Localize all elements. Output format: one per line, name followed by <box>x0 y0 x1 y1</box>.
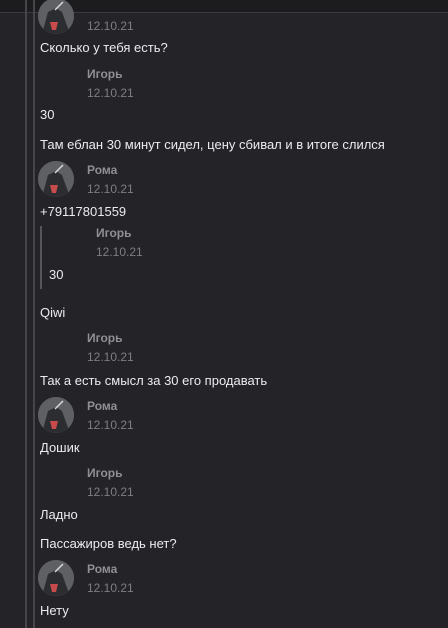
message-text: Ладно <box>40 507 78 522</box>
message-text: Так а есть смысл за 30 его продавать <box>40 373 268 388</box>
message-date: 12.10.21 <box>87 418 134 432</box>
message-date: 12.10.21 <box>87 182 134 196</box>
avatar-image-icon <box>38 560 74 596</box>
avatar-image-icon <box>38 397 74 433</box>
message-text: Сколько у тебя есть? <box>40 40 168 55</box>
message-date: 12.10.21 <box>87 485 134 499</box>
message-date: 12.10.21 <box>87 19 134 33</box>
author-name[interactable]: Рома <box>87 562 117 576</box>
author-name[interactable]: Рома <box>87 163 117 177</box>
message-date: 12.10.21 <box>87 350 134 364</box>
avatar[interactable] <box>38 161 74 197</box>
quote-line <box>40 226 42 289</box>
author-name[interactable]: Игорь <box>87 67 123 81</box>
message-date: 12.10.21 <box>87 86 134 100</box>
author-name[interactable]: Игорь <box>87 331 123 345</box>
avatar-image-icon <box>38 0 74 34</box>
quoted-author-name[interactable]: Игорь <box>96 226 132 240</box>
avatar[interactable] <box>38 397 74 433</box>
author-name[interactable]: Игорь <box>87 466 123 480</box>
avatar[interactable] <box>38 560 74 596</box>
message-text: Пассажиров ведь нет? <box>40 536 177 551</box>
quoted-message-date: 12.10.21 <box>96 245 143 259</box>
message-date: 12.10.21 <box>87 581 134 595</box>
avatar-image-icon <box>38 161 74 197</box>
quoted-message-text: 30 <box>49 267 64 282</box>
avatar[interactable] <box>38 0 74 34</box>
message-text: Дошик <box>40 440 80 455</box>
message-text: 30 <box>40 107 55 122</box>
thread-line <box>25 0 27 628</box>
message-text: Qiwi <box>40 305 66 320</box>
thread-line <box>33 0 35 628</box>
message-text: Нету <box>40 603 69 618</box>
message-text: +79117801559 <box>40 204 127 219</box>
message-text: Там еблан 30 минут сидел, цену сбивал и … <box>40 137 385 152</box>
author-name[interactable]: Рома <box>87 399 117 413</box>
